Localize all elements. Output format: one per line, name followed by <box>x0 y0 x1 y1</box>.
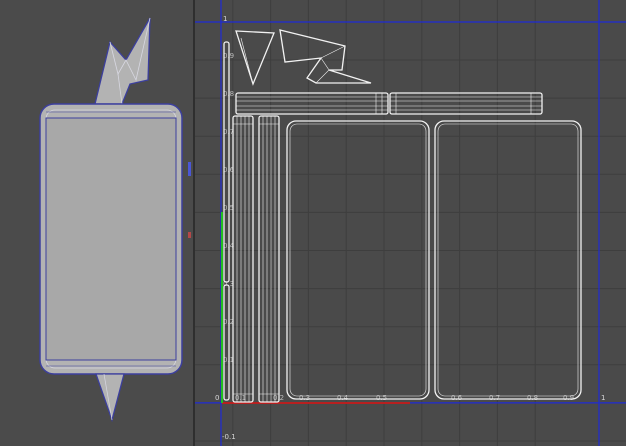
uv-shells[interactable] <box>223 29 582 403</box>
origin-label: 0 <box>215 394 219 402</box>
viewport-axis-marker-blue <box>188 162 191 176</box>
negative-tick-label: -0.1 <box>222 433 236 441</box>
uv-shell-panel-back[interactable] <box>434 120 582 400</box>
u-tick-label: 0.4 <box>337 394 349 402</box>
uv-shell-strip-vertical[interactable] <box>232 115 254 403</box>
perspective-viewport[interactable] <box>0 0 193 446</box>
uv-shell-triangle[interactable] <box>235 30 275 86</box>
viewport-axis-marker-red <box>188 232 191 238</box>
u-tick-label: 0.9 <box>563 394 574 402</box>
uv-texture-editor[interactable]: 1 0.9 0.8 0.7 0.6 0.5 0.4 0.3 0.2 0.1 0.… <box>195 0 626 446</box>
u-tick-label: 1 <box>601 394 605 402</box>
u-tick-label: 0.5 <box>376 394 387 402</box>
uv-shell-fin[interactable] <box>279 29 372 84</box>
mesh-top-fin[interactable] <box>94 17 151 105</box>
u-tick-label: 0.7 <box>489 394 500 402</box>
u-tick-label: 0.1 <box>235 394 246 402</box>
u-tick-label: 0.6 <box>451 394 463 402</box>
u-tick-labels: 0.1 0.2 0.3 0.4 0.5 0.6 0.7 0.8 0.9 1 0 … <box>215 394 605 441</box>
uv-canvas[interactable]: 1 0.9 0.8 0.7 0.6 0.5 0.4 0.3 0.2 0.1 0.… <box>195 0 626 446</box>
uv-shell-strip-vertical[interactable] <box>258 115 280 403</box>
mesh-phone-body[interactable] <box>39 103 183 375</box>
uv-shell-strip-horizontal[interactable] <box>235 92 389 115</box>
u-tick-label: 0.3 <box>299 394 310 402</box>
u-tick-label: 0.8 <box>527 394 538 402</box>
uv-shell-strip-horizontal[interactable] <box>389 92 543 115</box>
viewport-canvas[interactable] <box>0 0 193 446</box>
mesh-bottom-fin[interactable] <box>95 373 125 423</box>
v-tick-label: 1 <box>223 15 227 23</box>
